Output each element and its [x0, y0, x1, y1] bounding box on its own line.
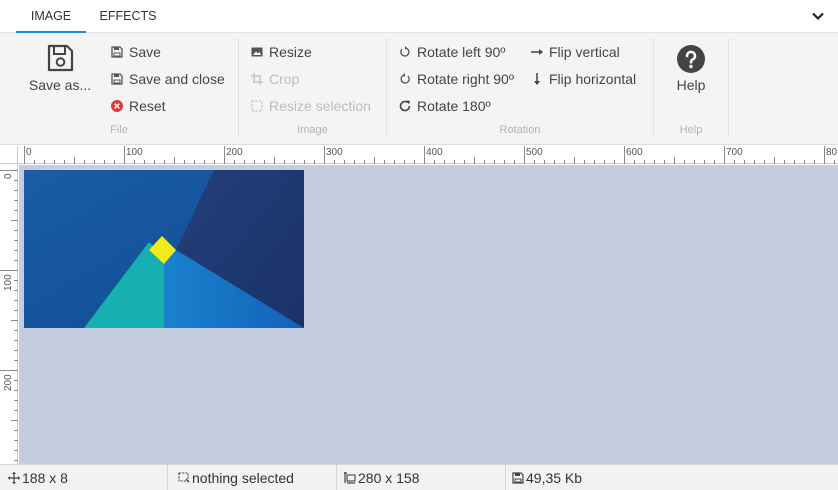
rotate-right-icon: [400, 73, 410, 84]
save-as-label: Save as...: [28, 77, 92, 93]
image-canvas[interactable]: [19, 165, 838, 464]
group-divider: [386, 39, 387, 137]
floppy-small-icon: [111, 73, 123, 85]
flip-horizontal-label: Flip horizontal: [549, 71, 637, 87]
ruler-label: 200: [226, 147, 243, 158]
ruler-label: 200: [3, 374, 14, 391]
ruler-label: 300: [326, 147, 343, 158]
ribbon: Save as... Save Save and close Reset Fil…: [0, 33, 838, 145]
status-divider: [505, 465, 506, 490]
ruler-label: 700: [726, 147, 743, 158]
floppy-disk-icon: [47, 44, 74, 72]
status-bar: 188 x 8 nothing selected 280 x 158 49,35…: [0, 464, 838, 490]
reset-label: Reset: [129, 98, 166, 114]
question-circle-icon: [677, 45, 705, 73]
rotate-180-label: Rotate 180º: [417, 98, 491, 114]
status-divider: [336, 465, 337, 490]
help-label: Help: [676, 77, 706, 93]
arrow-down-icon: [534, 73, 540, 85]
group-label-help: Help: [679, 124, 703, 136]
crop-icon: [251, 73, 263, 85]
refresh-icon: [399, 100, 411, 112]
ruler-vertical: 0 100 200: [0, 164, 18, 464]
ruler-label: 500: [526, 147, 543, 158]
ruler-label: 0: [26, 147, 32, 158]
group-divider: [653, 39, 654, 137]
image-icon: [251, 47, 263, 57]
collapse-ribbon-button[interactable]: [810, 8, 826, 24]
ruler-label: 600: [626, 147, 643, 158]
selection-info-text: nothing selected: [192, 470, 294, 486]
selection-icon: [251, 100, 263, 112]
ruler-corner: [0, 146, 18, 164]
status-divider: [167, 465, 168, 490]
move-icon: [8, 472, 20, 484]
ruler-label: 400: [426, 147, 443, 158]
ruler-horizontal: 0 100 200 300 400 500 600 700 80: [18, 146, 838, 164]
floppy-small-icon: [512, 472, 524, 484]
save-and-close-label: Save and close: [129, 71, 225, 87]
save-as-button[interactable]: Save as...: [28, 43, 92, 93]
group-divider: [238, 39, 239, 137]
edited-image[interactable]: [24, 170, 304, 328]
group-label-rotation: Rotation: [499, 124, 541, 136]
selection-icon: [178, 472, 190, 483]
resize-selection-label: Resize selection: [269, 98, 371, 114]
ruler-label: 100: [3, 274, 14, 291]
image-size-text: 280 x 158: [358, 470, 420, 486]
save-label: Save: [129, 44, 161, 60]
group-label-image: Image: [297, 124, 328, 136]
resize-label: Resize: [269, 44, 312, 60]
tab-image[interactable]: IMAGE: [16, 0, 86, 33]
tab-effects[interactable]: EFFECTS: [90, 0, 166, 33]
ruler-label: 80: [826, 147, 838, 158]
image-size-icon: [344, 472, 356, 484]
cursor-position-text: 188 x 8: [22, 470, 68, 486]
flip-vertical-label: Flip vertical: [549, 44, 620, 60]
help-button[interactable]: Help: [664, 45, 718, 93]
rotate-left-icon: [400, 46, 410, 57]
chevron-down-icon: [812, 12, 824, 21]
crop-label: Crop: [269, 71, 300, 87]
group-divider: [728, 39, 729, 137]
file-size-text: 49,35 Kb: [526, 470, 583, 486]
floppy-small-icon: [111, 46, 123, 58]
ruler-label: 0: [3, 173, 14, 179]
group-label-file: File: [110, 124, 128, 136]
tab-bar: IMAGE EFFECTS: [0, 0, 838, 33]
ruler-label: 100: [126, 147, 143, 158]
rotate-left-label: Rotate left 90º: [417, 44, 506, 60]
close-circle-icon: [111, 100, 123, 112]
arrow-right-icon: [531, 49, 543, 55]
rotate-right-label: Rotate right 90º: [417, 71, 514, 87]
